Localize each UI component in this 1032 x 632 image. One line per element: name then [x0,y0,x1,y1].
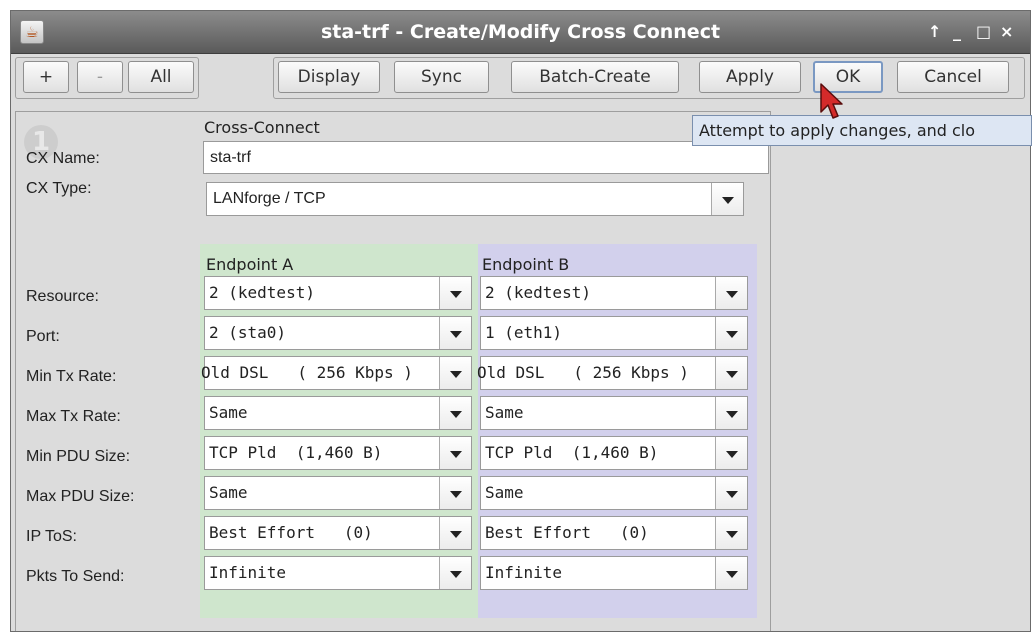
batch-create-button[interactable]: Batch-Create [511,61,679,93]
ip-tos-label: IP ToS: [26,528,77,545]
cx-type-select[interactable]: LANforge / TCP [206,182,744,216]
endpoint-b-port-value: 1 (eth1) [485,323,563,342]
endpoint-b-pkts-to-send-select[interactable]: Infinite [480,556,748,590]
cx-name-input[interactable] [203,141,769,174]
endpoint-b-ip-tos-select[interactable]: Best Effort (0) [480,516,748,550]
endpoint-b-min-tx-rate-select[interactable]: Old DSL ( 256 Kbps ) [477,356,748,390]
chevron-down-icon[interactable] [715,477,747,509]
ok-button-tooltip: Attempt to apply changes, and clo [692,115,1032,146]
minimize-icon[interactable]: _ [953,22,961,42]
cx-type-label: CX Type: [26,180,92,197]
toolbar: + - All Display Sync Batch-Create Apply … [11,54,1030,106]
chevron-down-icon[interactable] [715,357,747,389]
endpoint-a-min-tx-rate-value: Old DSL ( 256 Kbps ) [201,363,413,382]
mouse-pointer-icon [820,83,843,119]
endpoint-a-resource-select[interactable]: 2 (kedtest) [204,276,472,310]
chevron-down-icon[interactable] [439,437,471,469]
endpoint-b-min-pdu-size-select[interactable]: TCP Pld (1,460 B) [480,436,748,470]
endpoint-a-min-tx-rate-select[interactable]: Old DSL ( 256 Kbps ) [201,356,472,390]
endpoint-a-port-select[interactable]: 2 (sta0) [204,316,472,350]
endpoint-b-resource-value: 2 (kedtest) [485,283,591,302]
max-tx-rate-label: Max Tx Rate: [26,408,121,425]
endpoint-a-port-value: 2 (sta0) [209,323,287,342]
raise-window-icon[interactable]: ↑ [928,22,941,42]
endpoint-a-max-tx-rate-select[interactable]: Same [204,396,472,430]
chevron-down-icon[interactable] [715,277,747,309]
port-label: Port: [26,328,60,345]
chevron-down-icon[interactable] [439,317,471,349]
add-button[interactable]: + [23,61,69,93]
endpoint-b-max-pdu-size-value: Same [485,483,524,502]
chevron-down-icon[interactable] [439,277,471,309]
endpoint-b-max-pdu-size-select[interactable]: Same [480,476,748,510]
chevron-down-icon[interactable] [715,557,747,589]
endpoint-a-max-pdu-size-select[interactable]: Same [204,476,472,510]
resource-label: Resource: [26,288,99,305]
endpoint-a-resource-value: 2 (kedtest) [209,283,315,302]
close-icon[interactable]: × [1000,22,1013,42]
endpoint-a-max-pdu-size-value: Same [209,483,248,502]
max-pdu-size-label: Max PDU Size: [26,488,135,505]
endpoint-b-pkts-to-send-value: Infinite [485,563,563,582]
endpoint-a-min-pdu-size-select[interactable]: TCP Pld (1,460 B) [204,436,472,470]
endpoint-a-ip-tos-value: Best Effort (0) [209,523,373,542]
endpoint-b-max-tx-rate-select[interactable]: Same [480,396,748,430]
endpoint-a-pkts-to-send-value: Infinite [209,563,287,582]
cross-connect-window: ☕ sta-trf - Create/Modify Cross Connect … [10,10,1031,632]
min-pdu-size-label: Min PDU Size: [26,448,131,465]
chevron-down-icon[interactable] [439,357,471,389]
chevron-down-icon[interactable] [715,517,747,549]
chevron-down-icon[interactable] [439,517,471,549]
endpoint-a-pkts-to-send-select[interactable]: Infinite [204,556,472,590]
endpoint-b-resource-select[interactable]: 2 (kedtest) [480,276,748,310]
pkts-to-send-label: Pkts To Send: [26,568,125,585]
remove-button[interactable]: - [77,61,123,93]
cx-type-value: LANforge / TCP [213,190,326,207]
chevron-down-icon[interactable] [715,437,747,469]
chevron-down-icon[interactable] [711,183,743,215]
chevron-down-icon[interactable] [715,397,747,429]
section-title: Cross-Connect [204,118,320,137]
cross-connect-form: 1 Cross-Connect CX Name: CX Type: LANfor… [15,111,771,631]
endpoint-b-header: Endpoint B [482,255,570,274]
title-bar[interactable]: ☕ sta-trf - Create/Modify Cross Connect … [11,11,1030,54]
all-button[interactable]: All [128,61,194,93]
min-tx-rate-label: Min Tx Rate: [26,368,117,385]
endpoint-a-max-tx-rate-value: Same [209,403,248,422]
endpoint-a-min-pdu-size-value: TCP Pld (1,460 B) [209,443,383,462]
chevron-down-icon[interactable] [439,397,471,429]
display-button[interactable]: Display [278,61,380,93]
endpoint-b-min-pdu-size-value: TCP Pld (1,460 B) [485,443,659,462]
chevron-down-icon[interactable] [715,317,747,349]
cancel-button[interactable]: Cancel [897,61,1009,93]
endpoint-a-ip-tos-select[interactable]: Best Effort (0) [204,516,472,550]
sync-button[interactable]: Sync [394,61,489,93]
chevron-down-icon[interactable] [439,557,471,589]
apply-button[interactable]: Apply [699,61,801,93]
endpoint-b-ip-tos-value: Best Effort (0) [485,523,649,542]
chevron-down-icon[interactable] [439,477,471,509]
endpoint-b-max-tx-rate-value: Same [485,403,524,422]
endpoint-b-port-select[interactable]: 1 (eth1) [480,316,748,350]
window-title: sta-trf - Create/Modify Cross Connect [320,21,721,43]
endpoint-b-min-tx-rate-value: Old DSL ( 256 Kbps ) [477,363,689,382]
maximize-icon[interactable]: □ [976,22,991,42]
cx-name-label: CX Name: [26,150,100,167]
endpoint-a-header: Endpoint A [206,255,294,274]
